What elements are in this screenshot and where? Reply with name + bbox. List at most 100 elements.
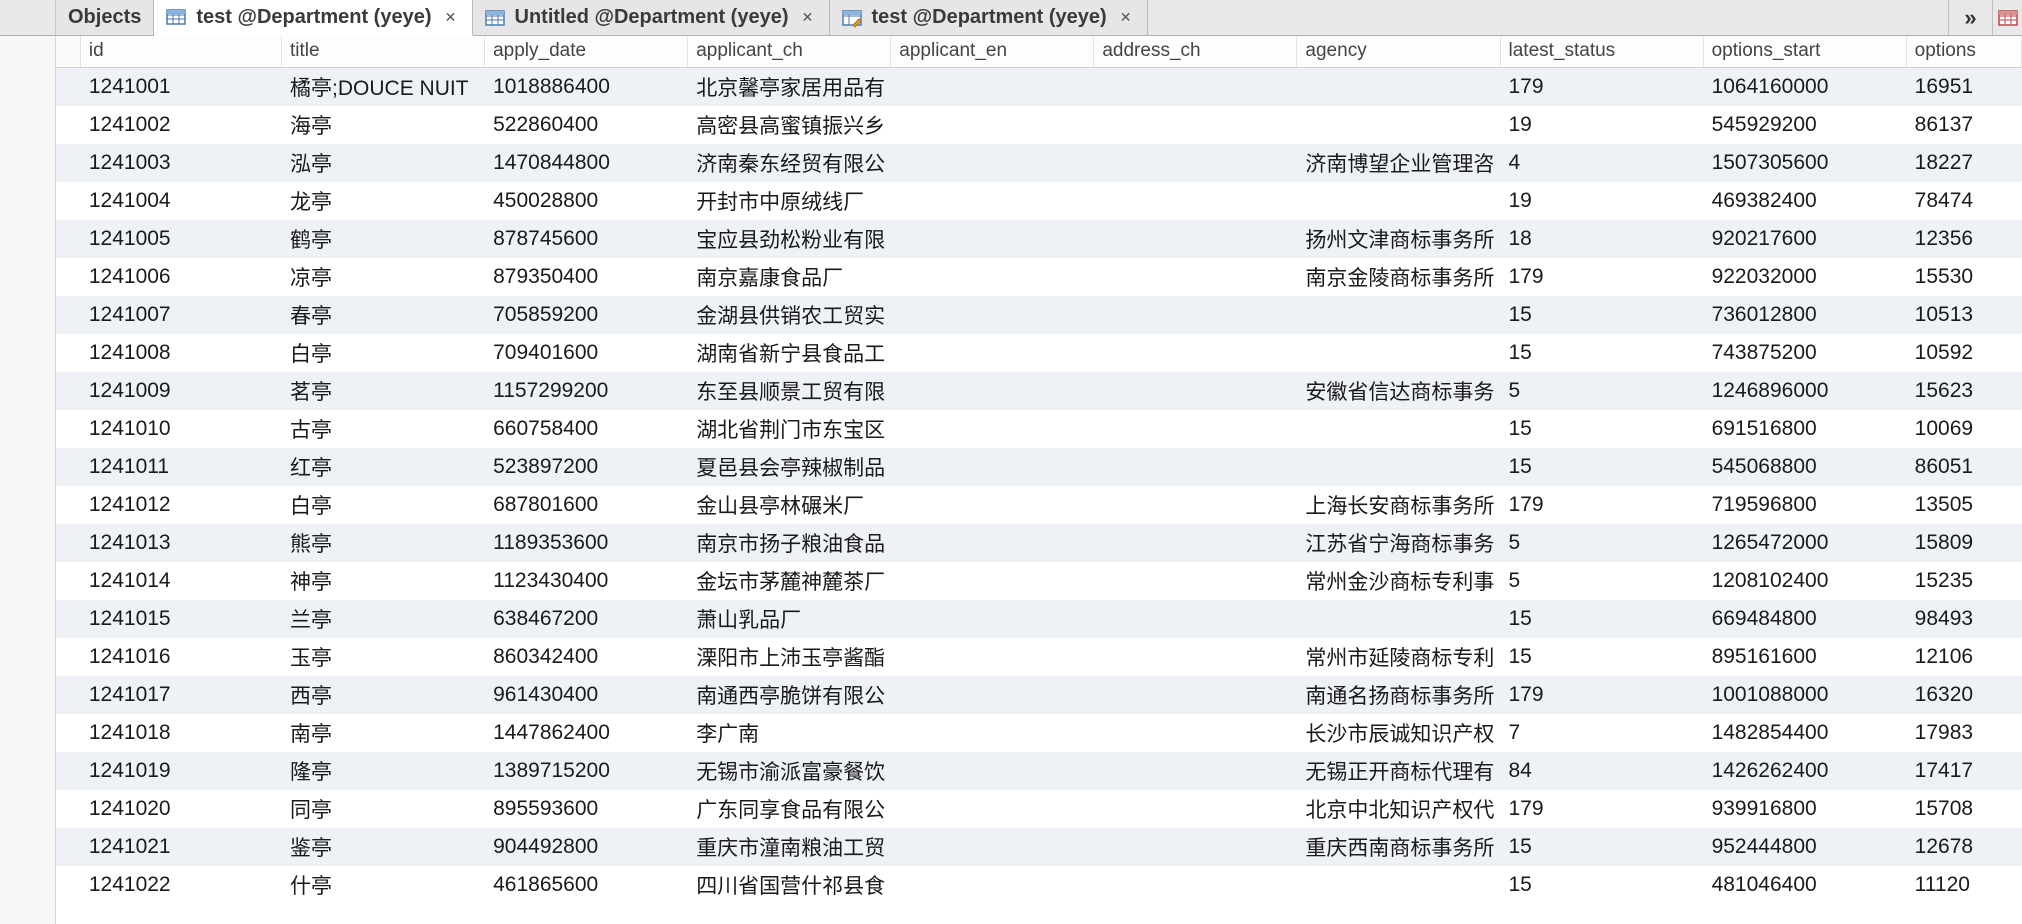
cell-latest_status[interactable]: 4 (1501, 151, 1704, 175)
cell-latest_status[interactable]: 15 (1501, 341, 1704, 365)
cell-applicant_ch[interactable]: 广东同享食品有限公 (688, 794, 891, 824)
cell-options_start[interactable]: 1507305600 (1704, 151, 1907, 175)
column-header-applicant_ch[interactable]: applicant_ch (688, 36, 891, 67)
cell-agency[interactable]: 江苏省宁海商标事务 (1297, 528, 1500, 558)
cell-agency[interactable]: 常州金沙商标专利事 (1297, 566, 1500, 596)
cell-title[interactable]: 红亭 (282, 452, 485, 482)
cell-options[interactable]: 10513 (1907, 303, 2022, 327)
cell-latest_status[interactable]: 19 (1501, 189, 1704, 213)
right-edge-table-icon[interactable] (1992, 0, 2022, 35)
cell-latest_status[interactable]: 5 (1501, 569, 1704, 593)
cell-options_start[interactable]: 743875200 (1704, 341, 1907, 365)
cell-id[interactable]: 1241008 (81, 341, 282, 365)
cell-options[interactable]: 15809 (1907, 531, 2022, 555)
cell-apply_date[interactable]: 895593600 (485, 797, 688, 821)
cell-applicant_ch[interactable]: 重庆市潼南粮油工贸 (688, 832, 891, 862)
cell-id[interactable]: 1241022 (81, 873, 282, 897)
cell-applicant_ch[interactable]: 东至县顺景工贸有限 (688, 376, 891, 406)
cell-applicant_ch[interactable]: 湖南省新宁县食品工 (688, 338, 891, 368)
cell-apply_date[interactable]: 450028800 (485, 189, 688, 213)
cell-options_start[interactable]: 545929200 (1704, 113, 1907, 137)
cell-apply_date[interactable]: 961430400 (485, 683, 688, 707)
cell-options[interactable]: 15623 (1907, 379, 2022, 403)
tab-test-2[interactable]: test @Department (yeye) ✕ (830, 0, 1148, 35)
column-header-agency[interactable]: agency (1297, 36, 1500, 67)
cell-options_start[interactable]: 1001088000 (1704, 683, 1907, 707)
cell-options[interactable]: 10592 (1907, 341, 2022, 365)
cell-latest_status[interactable]: 179 (1501, 797, 1704, 821)
cell-apply_date[interactable]: 1470844800 (485, 151, 688, 175)
table-row[interactable]: 1241002海亭522860400高密县高蜜镇振兴乡1954592920086… (56, 106, 2022, 144)
cell-agency[interactable]: 上海长安商标事务所 (1297, 490, 1500, 520)
cell-id[interactable]: 1241013 (81, 531, 282, 555)
cell-title[interactable]: 兰亭 (282, 604, 485, 634)
tab-overflow-button[interactable]: » (1948, 0, 1992, 35)
cell-applicant_ch[interactable]: 李广南 (688, 718, 891, 748)
cell-agency[interactable]: 北京中北知识产权代 (1297, 794, 1500, 824)
cell-applicant_ch[interactable]: 湖北省荆门市东宝区 (688, 414, 891, 444)
cell-options[interactable]: 10069 (1907, 417, 2022, 441)
cell-title[interactable]: 橘亭;DOUCE NUIT (282, 72, 485, 102)
cell-options_start[interactable]: 669484800 (1704, 607, 1907, 631)
cell-options[interactable]: 16951 (1907, 75, 2022, 99)
table-row[interactable]: 1241001橘亭;DOUCE NUIT1018886400北京馨亭家居用品有1… (56, 68, 2022, 106)
cell-id[interactable]: 1241020 (81, 797, 282, 821)
cell-latest_status[interactable]: 15 (1501, 645, 1704, 669)
cell-apply_date[interactable]: 1189353600 (485, 531, 688, 555)
cell-title[interactable]: 茗亭 (282, 376, 485, 406)
cell-id[interactable]: 1241003 (81, 151, 282, 175)
cell-latest_status[interactable]: 15 (1501, 303, 1704, 327)
cell-applicant_ch[interactable]: 南京嘉康食品厂 (688, 262, 891, 292)
cell-applicant_ch[interactable]: 开封市中原绒线厂 (688, 186, 891, 216)
cell-options_start[interactable]: 920217600 (1704, 227, 1907, 251)
cell-title[interactable]: 熊亭 (282, 528, 485, 558)
column-header-applicant_en[interactable]: applicant_en (891, 36, 1094, 67)
cell-applicant_ch[interactable]: 金湖县供销农工贸实 (688, 300, 891, 330)
cell-options_start[interactable]: 1246896000 (1704, 379, 1907, 403)
cell-applicant_ch[interactable]: 济南秦东经贸有限公 (688, 148, 891, 178)
cell-options_start[interactable]: 922032000 (1704, 265, 1907, 289)
table-row[interactable]: 1241005鹤亭878745600宝应县劲松粉业有限扬州文津商标事务所1892… (56, 220, 2022, 258)
cell-latest_status[interactable]: 5 (1501, 531, 1704, 555)
cell-options[interactable]: 78474 (1907, 189, 2022, 213)
cell-apply_date[interactable]: 522860400 (485, 113, 688, 137)
cell-options_start[interactable]: 736012800 (1704, 303, 1907, 327)
cell-apply_date[interactable]: 705859200 (485, 303, 688, 327)
cell-apply_date[interactable]: 860342400 (485, 645, 688, 669)
cell-title[interactable]: 古亭 (282, 414, 485, 444)
tab-test-1[interactable]: test @Department (yeye) ✕ (154, 0, 472, 36)
cell-options_start[interactable]: 1482854400 (1704, 721, 1907, 745)
cell-title[interactable]: 鹤亭 (282, 224, 485, 254)
cell-options[interactable]: 12356 (1907, 227, 2022, 251)
cell-options[interactable]: 17417 (1907, 759, 2022, 783)
table-row[interactable]: 1241017西亭961430400南通西亭脆饼有限公南通名扬商标事务所1791… (56, 676, 2022, 714)
cell-apply_date[interactable]: 638467200 (485, 607, 688, 631)
table-row[interactable]: 1241022什亭461865600四川省国营什祁县食1548104640011… (56, 866, 2022, 904)
cell-title[interactable]: 西亭 (282, 680, 485, 710)
cell-options_start[interactable]: 1265472000 (1704, 531, 1907, 555)
cell-id[interactable]: 1241011 (81, 455, 282, 479)
cell-id[interactable]: 1241002 (81, 113, 282, 137)
cell-options[interactable]: 11120 (1907, 873, 2022, 897)
table-row[interactable]: 1241009茗亭1157299200东至县顺景工贸有限安徽省信达商标事务512… (56, 372, 2022, 410)
column-header-title[interactable]: title (282, 36, 485, 67)
cell-options[interactable]: 86137 (1907, 113, 2022, 137)
cell-apply_date[interactable]: 1447862400 (485, 721, 688, 745)
table-row[interactable]: 1241012白亭687801600金山县亭林碾米厂上海长安商标事务所17971… (56, 486, 2022, 524)
cell-applicant_ch[interactable]: 北京馨亭家居用品有 (688, 72, 891, 102)
close-icon[interactable]: ✕ (1117, 9, 1135, 27)
cell-options[interactable]: 16320 (1907, 683, 2022, 707)
cell-options_start[interactable]: 1426262400 (1704, 759, 1907, 783)
cell-options_start[interactable]: 719596800 (1704, 493, 1907, 517)
cell-id[interactable]: 1241021 (81, 835, 282, 859)
column-header-apply_date[interactable]: apply_date (485, 36, 688, 67)
cell-options[interactable]: 12106 (1907, 645, 2022, 669)
cell-apply_date[interactable]: 1157299200 (485, 379, 688, 403)
cell-options_start[interactable]: 481046400 (1704, 873, 1907, 897)
cell-options[interactable]: 18227 (1907, 151, 2022, 175)
cell-apply_date[interactable]: 1018886400 (485, 75, 688, 99)
column-header-options_start[interactable]: options_start (1704, 36, 1907, 67)
cell-options[interactable]: 86051 (1907, 455, 2022, 479)
cell-apply_date[interactable]: 461865600 (485, 873, 688, 897)
cell-agency[interactable]: 安徽省信达商标事务 (1297, 376, 1500, 406)
